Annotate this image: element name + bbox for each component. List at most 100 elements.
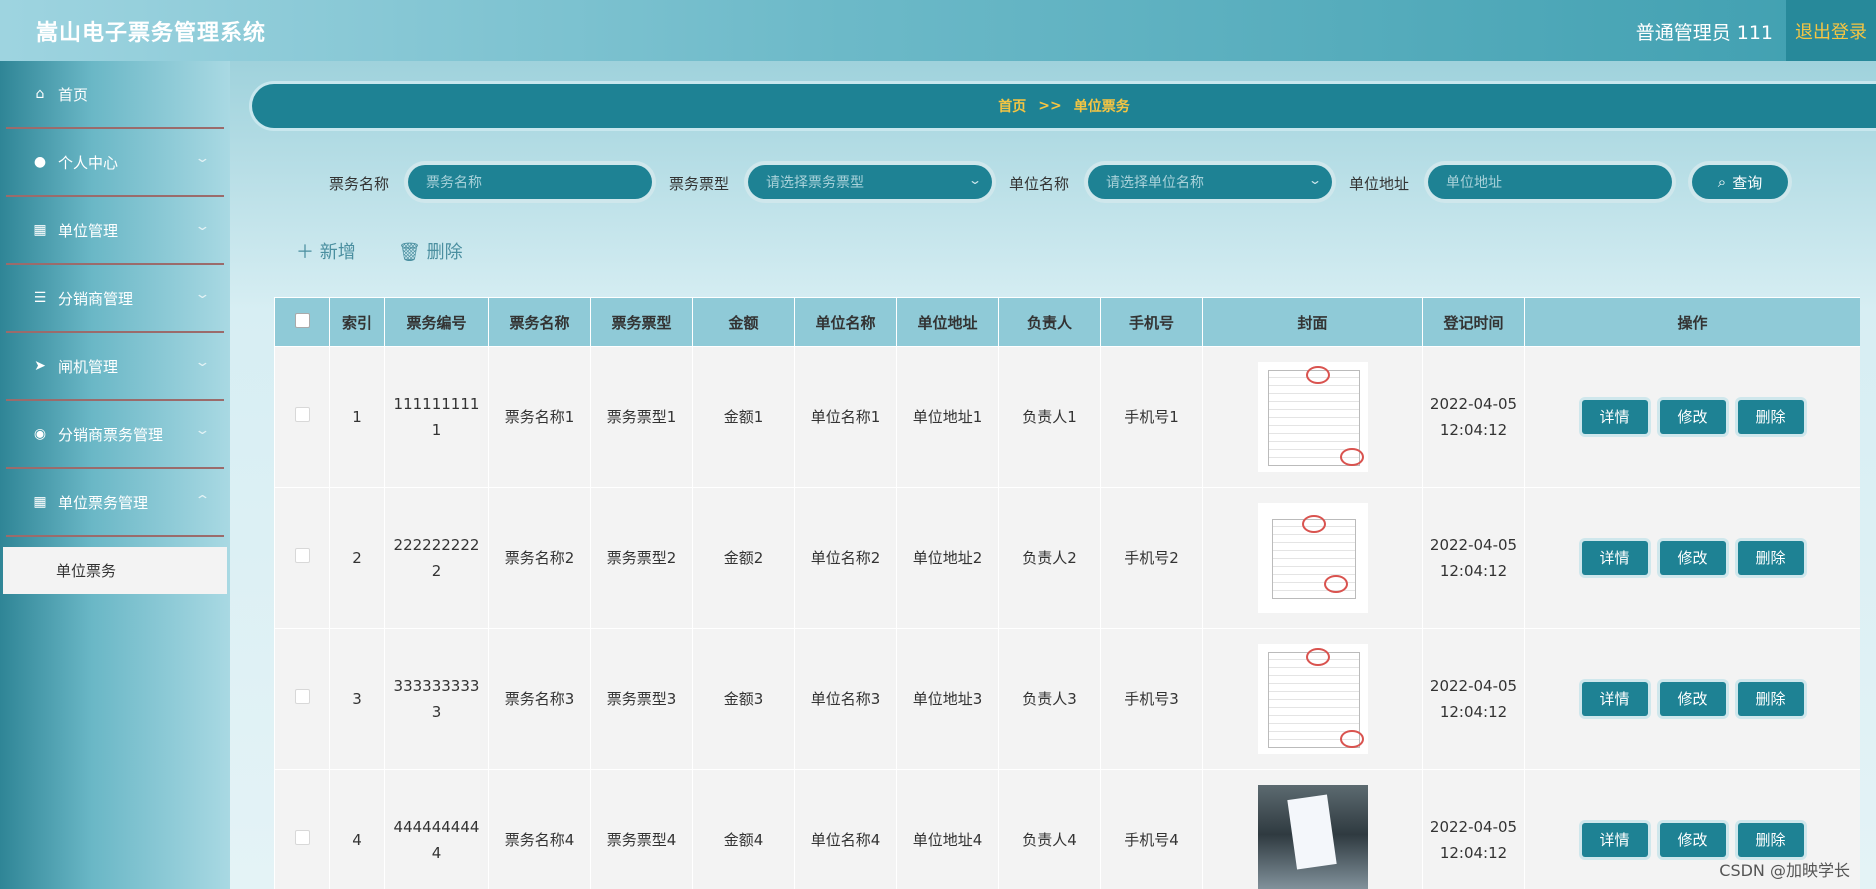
table-row: 3 3333333333 票务名称3 票务票型3 金额3 单位名称3 单位地址3… — [274, 628, 1860, 770]
cell-cover — [1202, 487, 1423, 629]
column-header: 票务名称 — [488, 297, 591, 347]
select-all-checkbox[interactable] — [294, 312, 310, 328]
cell-phone: 手机号4 — [1100, 769, 1203, 889]
column-header: 金额 — [692, 297, 795, 347]
delete-button[interactable]: 删除 — [1737, 541, 1804, 575]
sidebar-subitem-unit-ticket[interactable]: 单位票务 — [3, 547, 227, 594]
watermark: CSDN @加映学长 — [1719, 861, 1850, 880]
cell-unit: 单位名称1 — [794, 346, 897, 488]
current-user: 普通管理员 111 — [1635, 22, 1773, 44]
cell-type: 票务票型3 — [590, 628, 693, 770]
query-button[interactable]: ⌕ 查询 — [1692, 165, 1788, 199]
ticket-type-label: 票务票型 — [669, 175, 730, 193]
cell-unit: 单位名称4 — [794, 769, 897, 889]
unit-name-select[interactable]: 请选择单位名称 ⌄ — [1088, 165, 1332, 199]
cover-image[interactable] — [1257, 362, 1368, 472]
add-button[interactable]: ＋ 新增 — [296, 238, 356, 264]
row-checkbox[interactable] — [294, 689, 310, 704]
sidebar-item-label: 分销商票务管理 — [58, 425, 164, 444]
detail-button[interactable]: 详情 — [1581, 682, 1648, 716]
cell-name: 票务名称1 — [488, 346, 591, 488]
cell-address: 单位地址2 — [896, 487, 999, 629]
cell-actions: 详情 修改 删除 — [1524, 346, 1860, 488]
search-bar: 票务名称 票务名称 票务票型 请选择票务票型 ⌄ 单位名称 请选择单位名称 ⌄ … — [0, 163, 1876, 203]
sidebar-item-unit-management[interactable]: ▦ 单位管理 ⌄ — [6, 197, 224, 265]
unit-address-label: 单位地址 — [1349, 175, 1410, 193]
chevron-up-icon: ⌄ — [194, 491, 211, 506]
add-button-label: 新增 — [319, 242, 356, 263]
edit-button[interactable]: 修改 — [1659, 682, 1726, 716]
unit-address-input[interactable]: 单位地址 — [1428, 165, 1672, 199]
unit-name-placeholder: 请选择单位名称 — [1106, 175, 1204, 191]
row-checkbox[interactable] — [294, 407, 310, 422]
edit-button[interactable]: 修改 — [1659, 541, 1726, 575]
location-icon: ◉ — [33, 426, 47, 442]
row-select-cell[interactable] — [274, 769, 330, 889]
cover-image[interactable] — [1257, 785, 1368, 889]
cell-amount: 金额4 — [692, 769, 795, 889]
select-all-cell[interactable] — [274, 297, 330, 347]
send-icon: ➤ — [34, 358, 46, 374]
delete-button[interactable]: 删除 — [1737, 400, 1804, 434]
sidebar-item-distributor-management[interactable]: ☰ 分销商管理 ⌄ — [6, 265, 224, 333]
sidebar-item-label: 分销商管理 — [58, 289, 134, 308]
stamp-icon — [1339, 730, 1364, 748]
stamp-icon — [1339, 448, 1364, 466]
cell-address: 单位地址3 — [896, 628, 999, 770]
detail-button[interactable]: 详情 — [1581, 400, 1648, 434]
ticket-type-select[interactable]: 请选择票务票型 ⌄ — [748, 165, 992, 199]
chevron-down-icon: ⌄ — [194, 219, 211, 234]
table-row: 4 4444444444 票务名称4 票务票型4 金额4 单位名称4 单位地址4… — [274, 769, 1860, 889]
ticket-table: 索引 票务编号 票务名称 票务票型 金额 单位名称 单位地址 负责人 手机号 封… — [274, 297, 1860, 889]
cell-amount: 金额3 — [692, 628, 795, 770]
batch-delete-button[interactable]: 🗑 删除 — [398, 238, 463, 264]
sidebar-item-label: 单位管理 — [58, 221, 119, 240]
batch-delete-label: 删除 — [426, 242, 463, 263]
sidebar-subitem-label: 单位票务 — [56, 562, 117, 580]
cell-type: 票务票型2 — [590, 487, 693, 629]
stamp-icon — [1305, 648, 1330, 666]
column-header: 操作 — [1524, 297, 1860, 347]
row-checkbox[interactable] — [294, 830, 310, 845]
breadcrumb: 首页 >> 单位票务 — [252, 84, 1876, 128]
cell-index: 2 — [329, 487, 385, 629]
cover-image[interactable] — [1257, 644, 1368, 754]
sidebar-item-distributor-ticket-management[interactable]: ◉ 分销商票务管理 ⌄ — [6, 401, 224, 469]
cell-name: 票务名称4 — [488, 769, 591, 889]
sidebar-item-gate-management[interactable]: ➤ 闸机管理 ⌄ — [6, 333, 224, 401]
cell-time: 2022-04-05 12:04:12 — [1422, 769, 1525, 889]
edit-button[interactable]: 修改 — [1659, 823, 1726, 857]
column-header: 单位名称 — [794, 297, 897, 347]
row-select-cell[interactable] — [274, 487, 330, 629]
app-title: 嵩山电子票务管理系统 — [36, 21, 267, 46]
logout-button[interactable]: 退出登录 — [1786, 0, 1876, 61]
edit-button[interactable]: 修改 — [1659, 400, 1726, 434]
ticket-name-input[interactable]: 票务名称 — [408, 165, 652, 199]
stamp-icon — [1323, 575, 1348, 593]
sidebar-item-unit-ticket-management[interactable]: ▦ 单位票务管理 ⌄ — [6, 469, 224, 537]
grid-icon: ▦ — [33, 222, 47, 238]
plus-icon: ＋ — [296, 242, 314, 263]
cover-image[interactable] — [1257, 503, 1368, 613]
cell-unit: 单位名称3 — [794, 628, 897, 770]
delete-button[interactable]: 删除 — [1737, 682, 1804, 716]
cell-unit: 单位名称2 — [794, 487, 897, 629]
cell-owner: 负责人2 — [998, 487, 1101, 629]
cell-code: 4444444444 — [384, 769, 489, 889]
row-select-cell[interactable] — [274, 346, 330, 488]
sidebar-item-home[interactable]: ⌂ 首页 — [6, 61, 224, 129]
ticket-type-placeholder: 请选择票务票型 — [766, 175, 864, 191]
breadcrumb-home[interactable]: 首页 — [998, 96, 1026, 116]
grid-icon: ▦ — [33, 494, 47, 510]
column-header: 单位地址 — [896, 297, 999, 347]
detail-button[interactable]: 详情 — [1581, 823, 1648, 857]
detail-button[interactable]: 详情 — [1581, 541, 1648, 575]
delete-button[interactable]: 删除 — [1737, 823, 1804, 857]
query-button-label: 查询 — [1732, 173, 1763, 192]
row-checkbox[interactable] — [294, 548, 310, 563]
cell-owner: 负责人4 — [998, 769, 1101, 889]
cell-actions: 详情 修改 删除 — [1524, 628, 1860, 770]
search-icon: ⌕ — [1717, 173, 1727, 191]
row-select-cell[interactable] — [274, 628, 330, 770]
cell-code: 3333333333 — [384, 628, 489, 770]
